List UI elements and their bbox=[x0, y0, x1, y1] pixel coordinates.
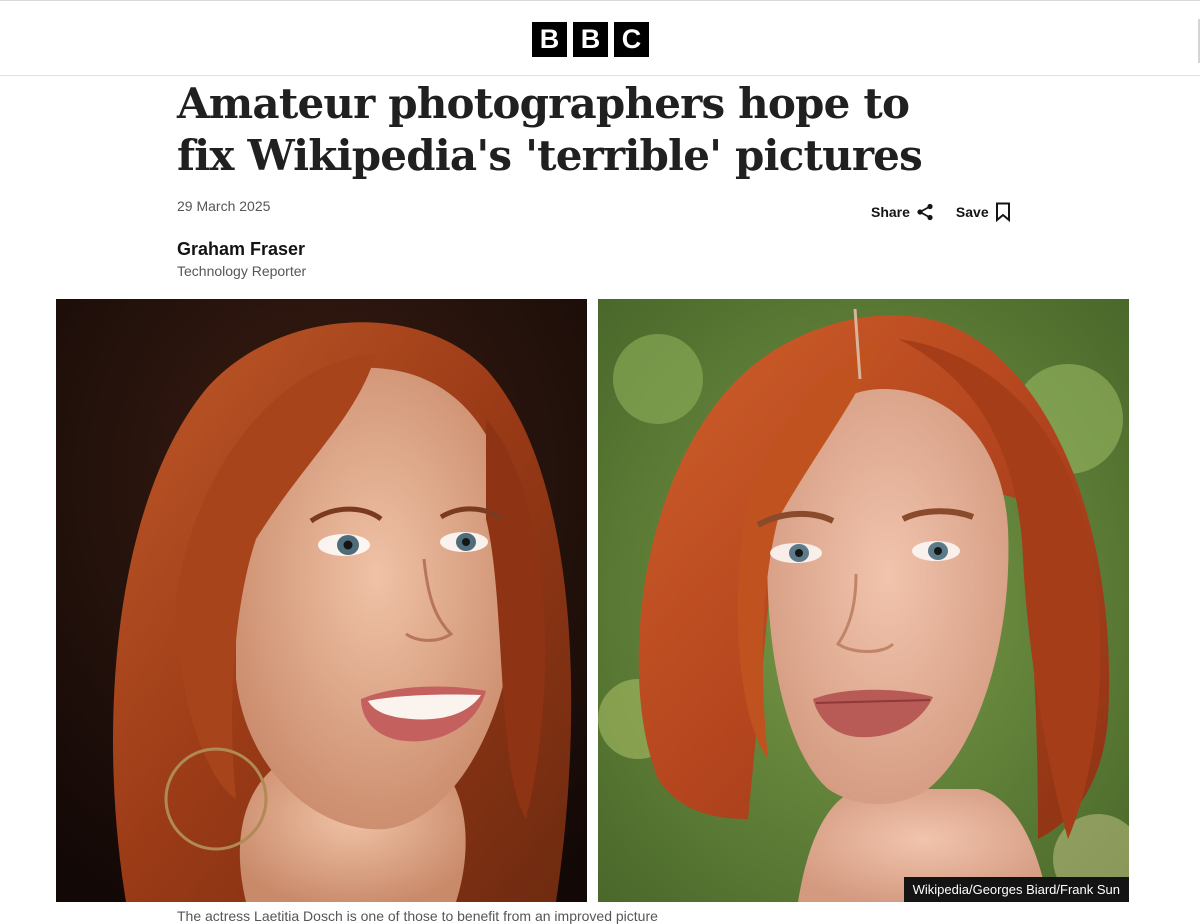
save-label: Save bbox=[955, 204, 989, 220]
save-button[interactable]: Save bbox=[956, 202, 1011, 222]
site-header: B B C bbox=[0, 0, 1200, 76]
logo-block-b2: B bbox=[573, 22, 608, 57]
article-actions: Share Save bbox=[871, 202, 1011, 222]
portrait-photo-before bbox=[56, 299, 587, 902]
bookmark-icon bbox=[995, 202, 1011, 222]
portrait-photo-after bbox=[598, 299, 1129, 902]
bbc-logo[interactable]: B B C bbox=[532, 22, 649, 57]
image-credit-badge: Wikipedia/Georges Biard/Frank Sun bbox=[903, 877, 1129, 902]
image-caption: The actress Laetitia Dosch is one of tho… bbox=[177, 908, 658, 924]
author-name: Graham Fraser bbox=[177, 239, 306, 259]
logo-block-c: C bbox=[614, 22, 649, 57]
share-label: Share bbox=[871, 204, 910, 220]
article-headline: Amateur photographers hope to fix Wikipe… bbox=[177, 79, 923, 180]
share-button[interactable]: Share bbox=[871, 203, 934, 221]
share-icon bbox=[916, 203, 934, 221]
author-role: Technology Reporter bbox=[177, 263, 307, 279]
article-date: 29 March 2025 bbox=[177, 198, 271, 214]
logo-block-b1: B bbox=[532, 22, 567, 57]
